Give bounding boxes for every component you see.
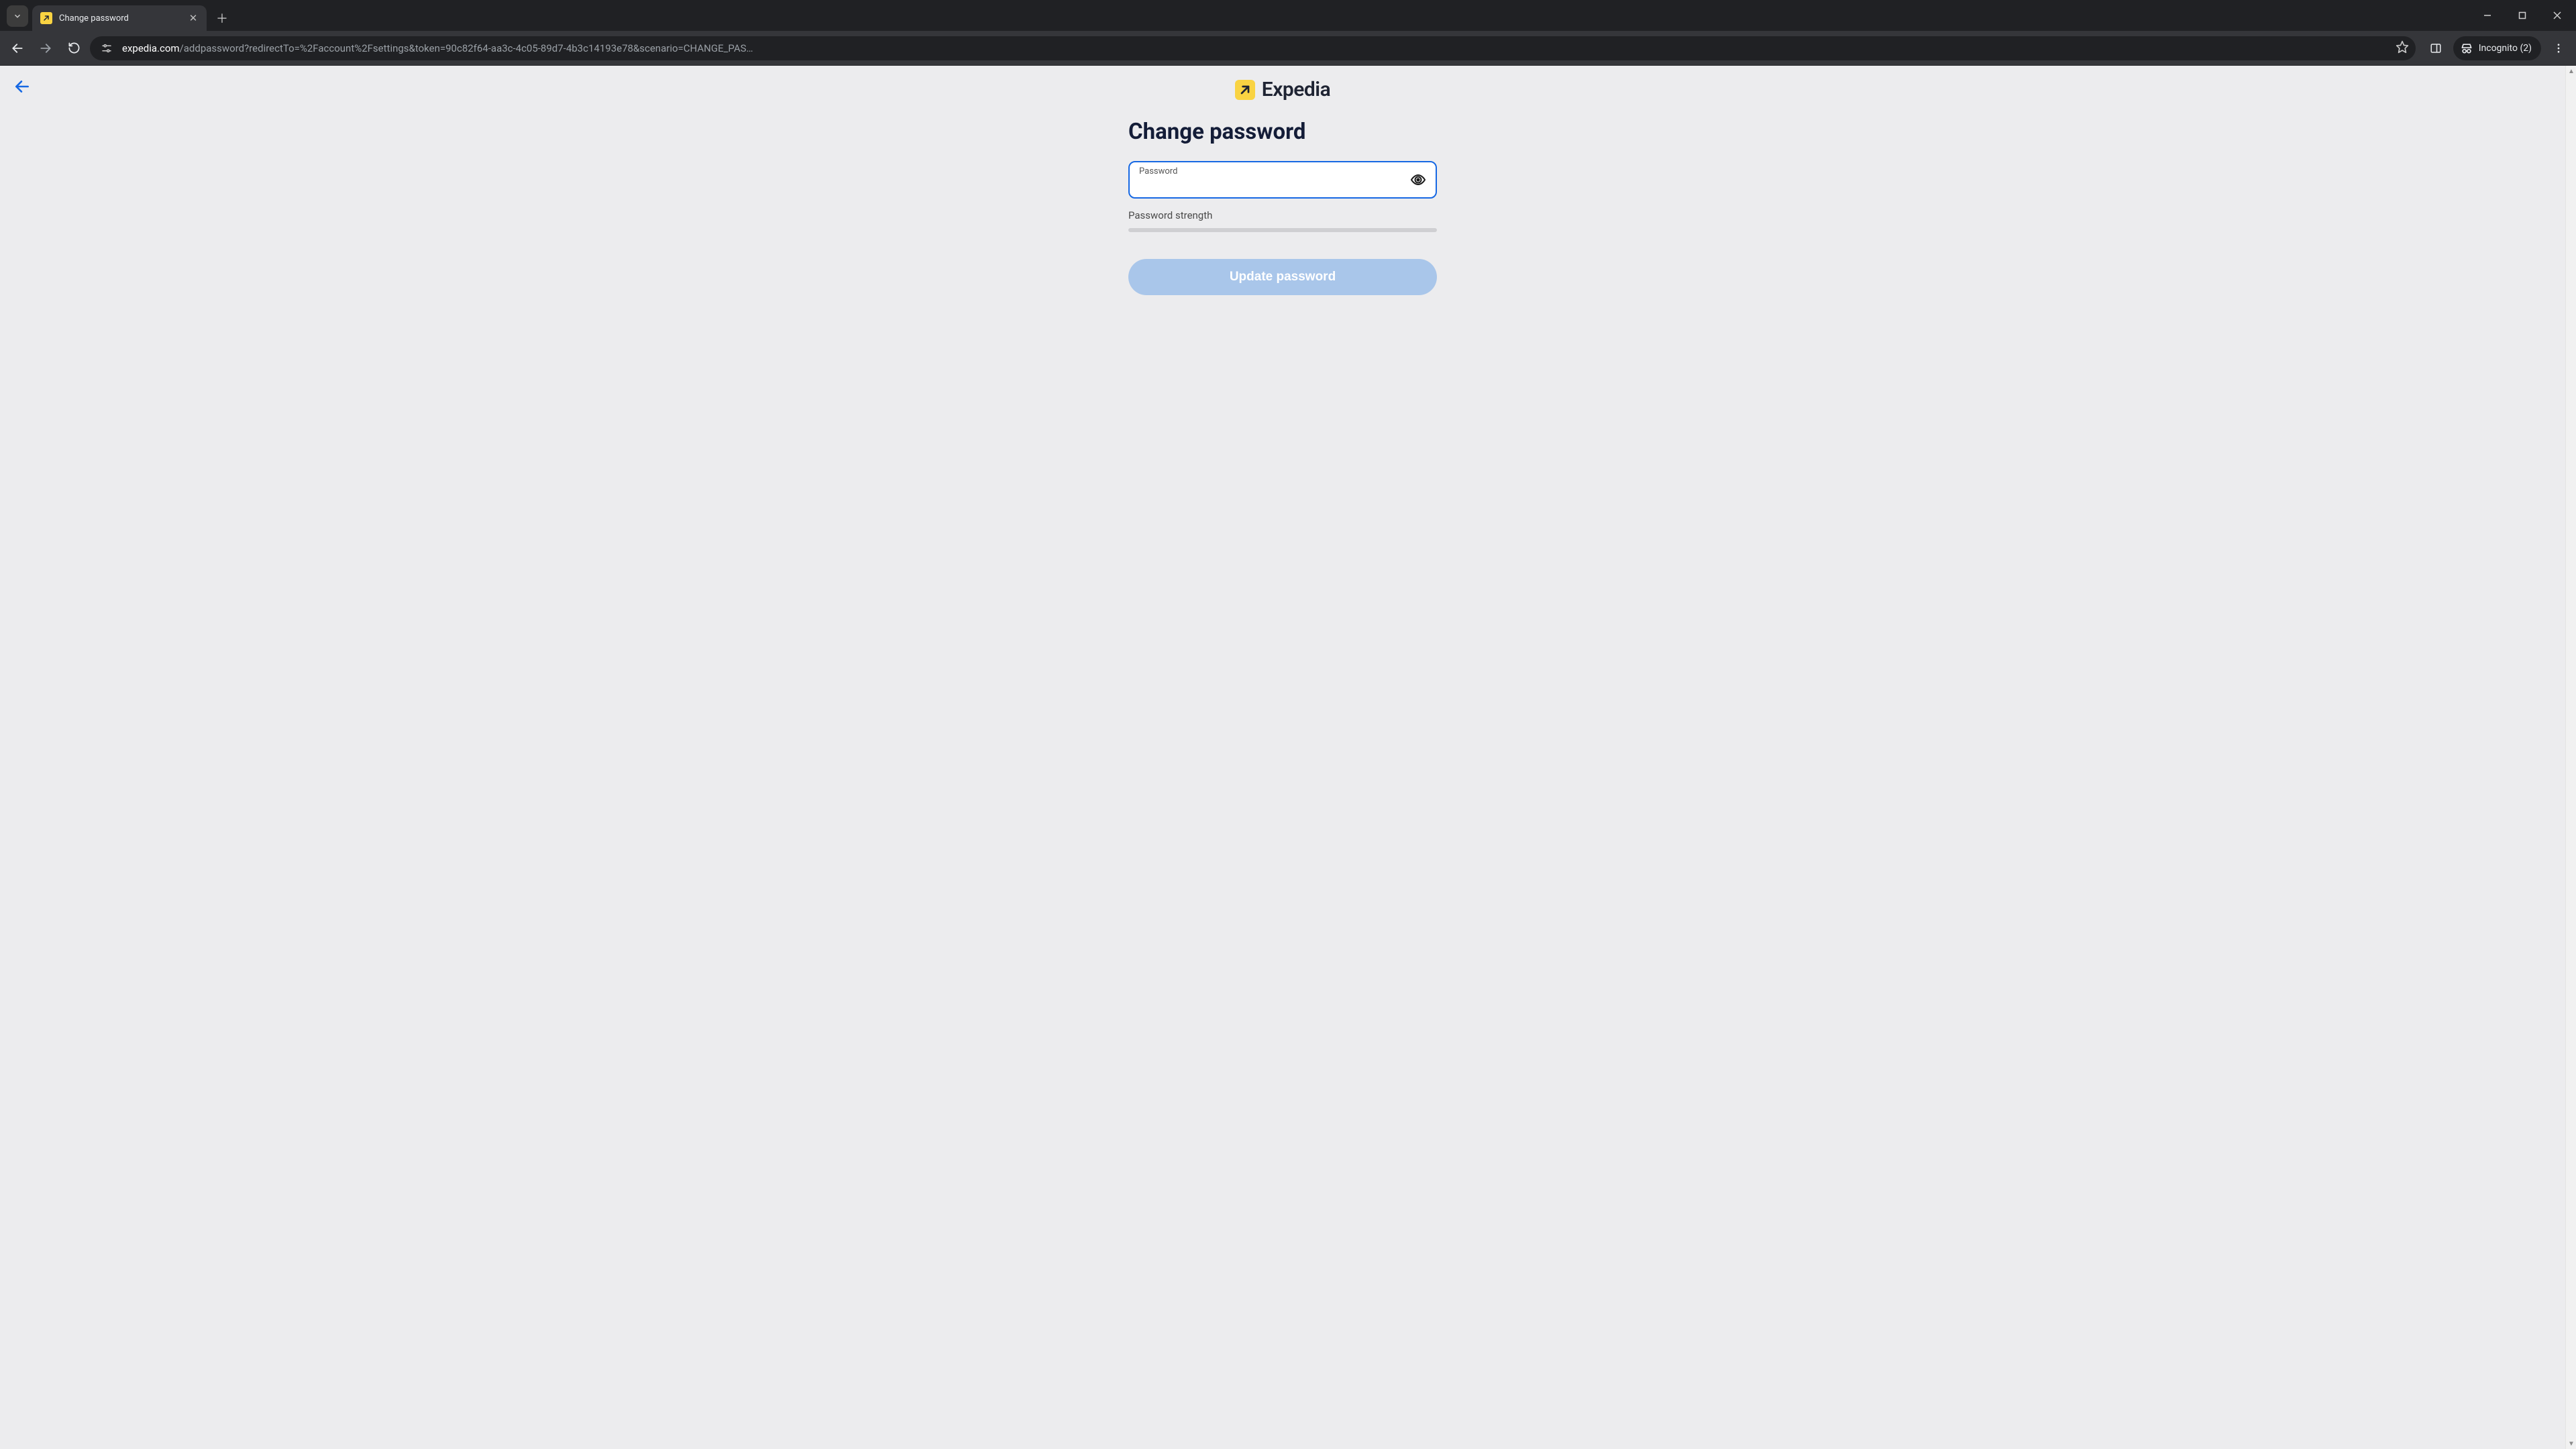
page-back-button[interactable] — [12, 76, 32, 97]
minimize-icon — [2483, 11, 2491, 19]
incognito-indicator[interactable]: Incognito (2) — [2453, 36, 2541, 60]
url-domain: expedia.com — [122, 42, 180, 54]
bookmark-button[interactable] — [2396, 40, 2409, 56]
site-info-button[interactable] — [98, 40, 115, 57]
eye-icon — [1410, 172, 1426, 188]
vertical-scrollbar[interactable]: ▲ ▼ — [2565, 66, 2576, 1449]
kebab-icon — [2553, 42, 2565, 54]
close-icon — [2553, 11, 2561, 19]
url-text: expedia.com/addpassword?redirectTo=%2Fac… — [122, 42, 2389, 54]
brand-header: Expedia — [0, 78, 2565, 101]
incognito-label: Incognito (2) — [2479, 43, 2532, 54]
change-password-form: Change password Password Password streng… — [1128, 119, 1437, 295]
incognito-icon — [2460, 42, 2473, 55]
omnibox[interactable]: expedia.com/addpassword?redirectTo=%2Fac… — [90, 36, 2416, 60]
password-field[interactable]: Password — [1128, 161, 1437, 199]
url-path: /addpassword?redirectTo=%2Faccount%2Fset… — [180, 42, 753, 54]
update-password-button[interactable]: Update password — [1128, 259, 1437, 295]
scrollbar-up-arrow-icon[interactable]: ▲ — [2566, 66, 2576, 76]
brand-name: Expedia — [1262, 78, 1330, 101]
nav-back-button[interactable] — [5, 36, 30, 60]
arrow-left-icon — [13, 78, 31, 95]
chevron-down-icon — [13, 11, 22, 21]
page-title: Change password — [1128, 119, 1437, 145]
panel-icon — [2430, 42, 2442, 54]
password-input[interactable] — [1139, 176, 1403, 193]
window-maximize-button[interactable] — [2508, 5, 2537, 26]
reload-icon — [68, 42, 80, 54]
side-panel-button[interactable] — [2424, 36, 2448, 60]
tab-title: Change password — [59, 13, 180, 23]
browser-tabstrip: Change password ✕ ＋ — [0, 0, 2576, 31]
toggle-password-visibility-button[interactable] — [1407, 169, 1429, 191]
window-minimize-button[interactable] — [2473, 5, 2502, 26]
tab-favicon — [40, 12, 52, 24]
nav-reload-button[interactable] — [62, 36, 86, 60]
tab-close-button[interactable]: ✕ — [186, 12, 200, 24]
scrollbar-down-arrow-icon[interactable]: ▼ — [2566, 1438, 2576, 1449]
nav-forward-button[interactable] — [34, 36, 58, 60]
tab-search-button[interactable] — [7, 5, 28, 27]
arrow-right-icon — [39, 42, 52, 55]
brand-logo — [1235, 80, 1255, 100]
chrome-menu-button[interactable] — [2546, 36, 2571, 60]
new-tab-button[interactable]: ＋ — [212, 8, 232, 28]
star-icon — [2396, 40, 2409, 54]
browser-toolbar: expedia.com/addpassword?redirectTo=%2Fac… — [0, 31, 2576, 66]
arrow-up-right-icon — [1238, 83, 1252, 97]
password-strength-label: Password strength — [1128, 209, 1437, 221]
maximize-icon — [2518, 11, 2526, 19]
page-viewport: Expedia Change password Password Passwor… — [0, 66, 2576, 1449]
password-label: Password — [1139, 166, 1403, 176]
window-controls — [2473, 0, 2572, 31]
arrow-left-icon — [11, 42, 24, 55]
window-close-button[interactable] — [2542, 5, 2572, 26]
browser-tab-active[interactable]: Change password ✕ — [32, 5, 207, 31]
password-strength-meter — [1128, 228, 1437, 232]
tune-icon — [101, 42, 113, 54]
